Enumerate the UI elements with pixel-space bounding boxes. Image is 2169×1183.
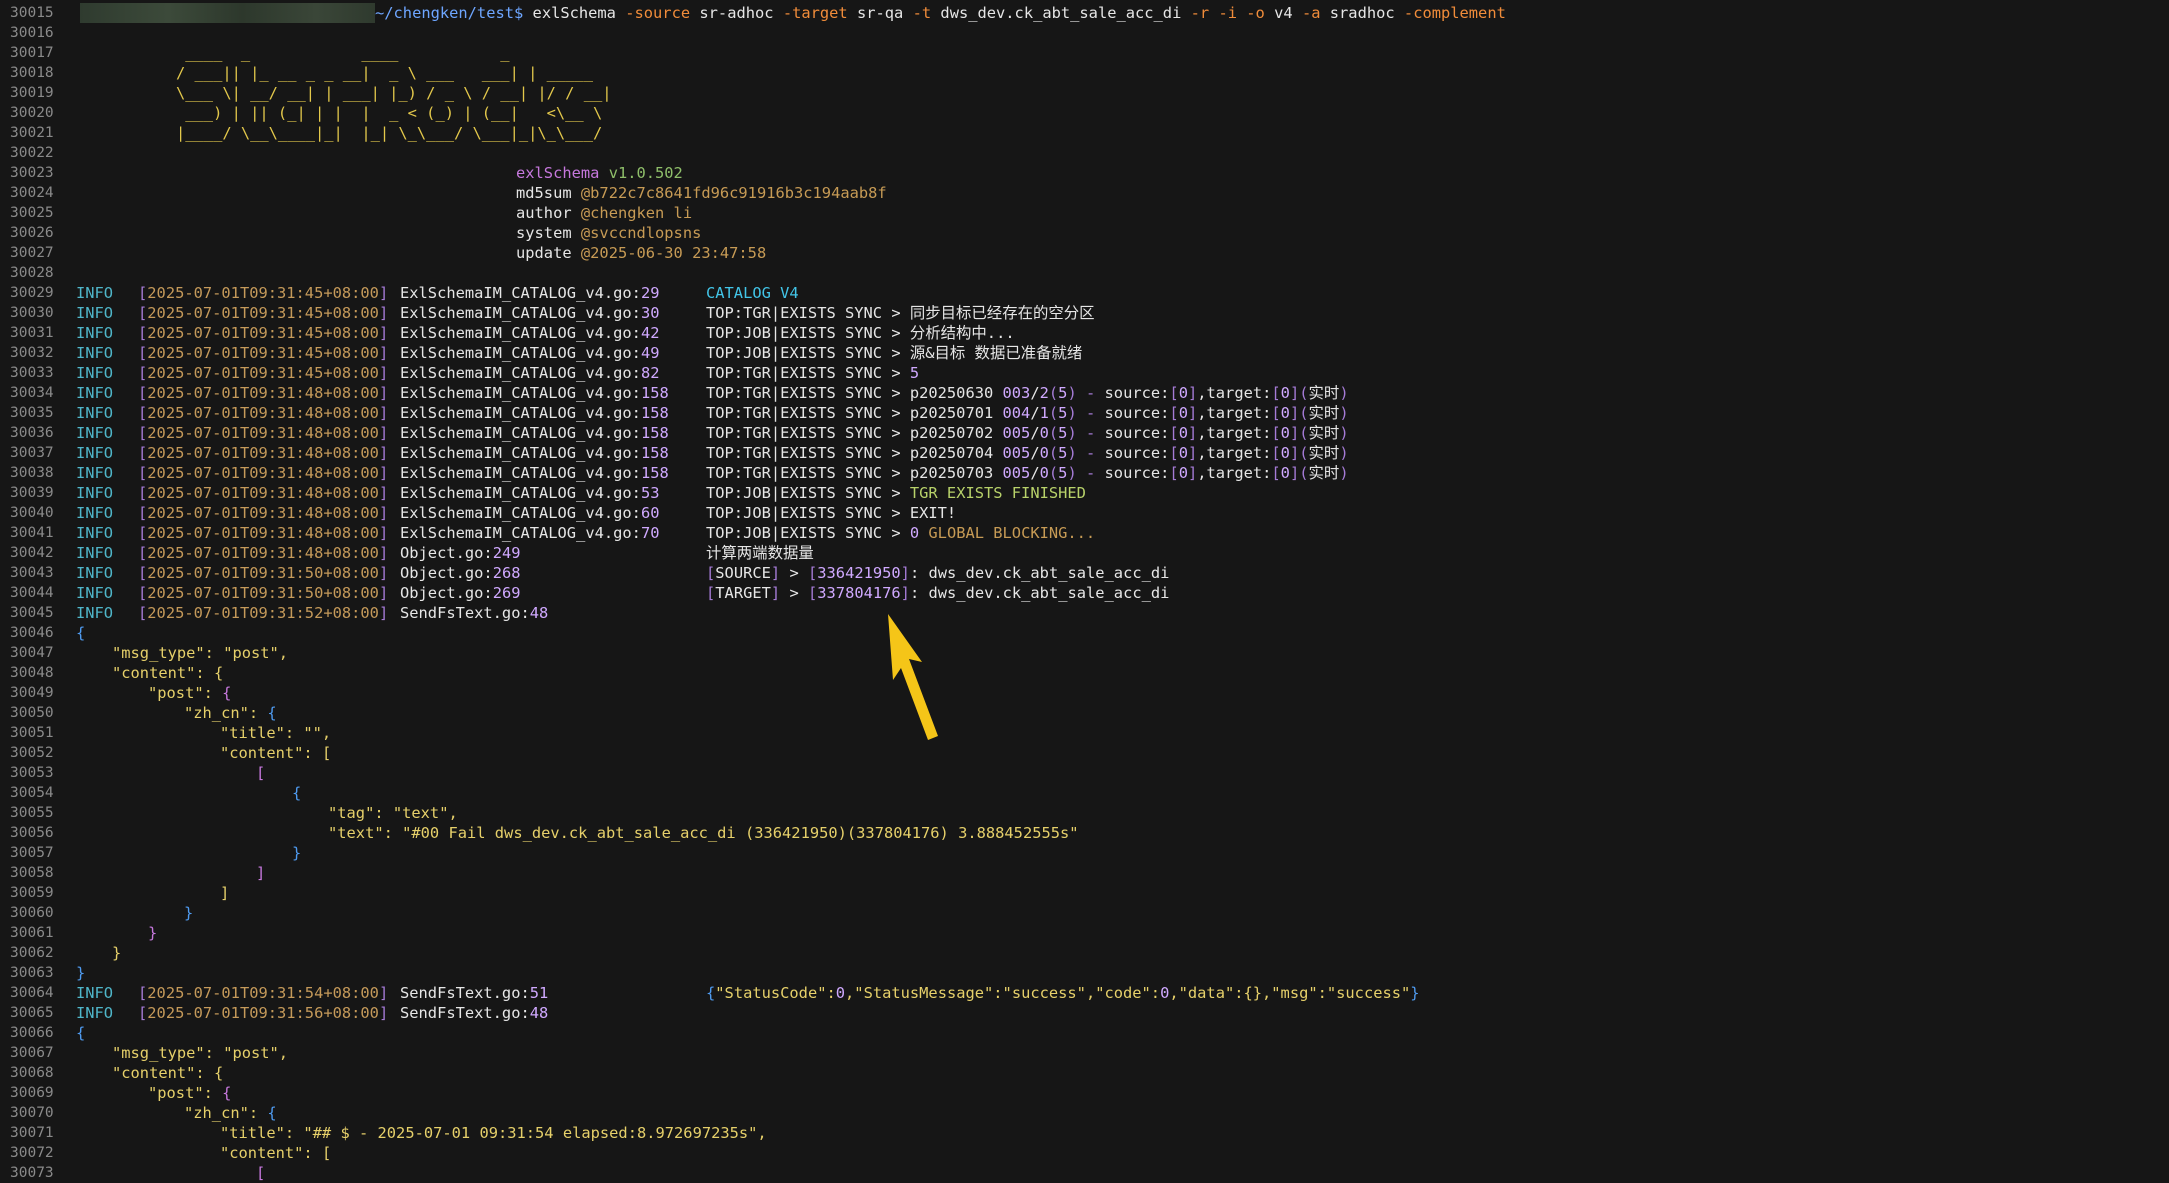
arrow-shape	[888, 614, 938, 740]
annotation-arrow-icon	[888, 614, 938, 740]
